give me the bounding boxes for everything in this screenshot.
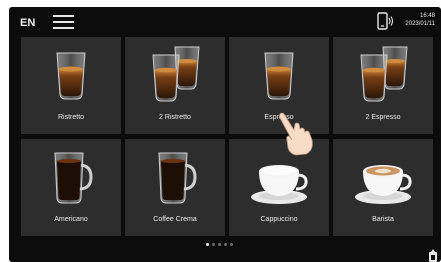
page-dot[interactable] (230, 243, 233, 246)
drink-tile-2-ristretto[interactable]: 2 Ristretto (125, 37, 225, 134)
page-dot[interactable] (206, 243, 209, 246)
drink-grid: Ristretto 2 Ristretto Espresso 2 Espress… (21, 37, 434, 241)
drink-tile-barista[interactable]: Barista (333, 139, 433, 236)
drink-tile-coffee-crema[interactable]: Coffee Crema (125, 139, 225, 236)
language-selector[interactable]: EN (20, 17, 35, 29)
smartphone-connect-icon[interactable] (376, 12, 394, 31)
drink-tile-2-espresso[interactable]: 2 Espresso (333, 37, 433, 134)
time-text: 16:48 (419, 13, 435, 19)
double-glass-cup-icon (125, 37, 225, 114)
drink-tile-ristretto[interactable]: Ristretto (21, 37, 121, 134)
top-bar: EN 16:48 2023/01/11 (9, 7, 441, 35)
single-glass-cup-icon (229, 37, 329, 114)
drink-tile-americano[interactable]: Americano (21, 139, 121, 236)
drink-label: Barista (372, 216, 394, 223)
hamburger-menu-icon[interactable] (53, 15, 74, 29)
hot-water-icon[interactable] (428, 248, 438, 262)
pointing-hand-icon (279, 112, 313, 156)
page-dot[interactable] (212, 243, 215, 246)
drink-label: 2 Espresso (365, 114, 401, 121)
drink-label: 2 Ristretto (159, 114, 191, 121)
glass-mug-icon (125, 139, 225, 216)
glass-mug-icon (21, 139, 121, 216)
page-dot[interactable] (218, 243, 221, 246)
drink-label: Ristretto (57, 114, 85, 121)
coffee-machine-screen: EN 16:48 2023/01/11 Ristretto 2 Ristrett… (9, 7, 441, 262)
drink-label: Cappuccino (260, 216, 298, 223)
double-glass-cup-icon (333, 37, 433, 114)
single-glass-cup-icon (21, 37, 121, 114)
page-dot[interactable] (224, 243, 227, 246)
date-text: 2023/01/11 (405, 21, 435, 27)
clock: 16:48 2023/01/11 (405, 12, 435, 28)
drink-label: Americano (54, 216, 88, 223)
drink-label: Coffee Crema (153, 216, 197, 223)
cup-saucer-icon (333, 139, 433, 216)
